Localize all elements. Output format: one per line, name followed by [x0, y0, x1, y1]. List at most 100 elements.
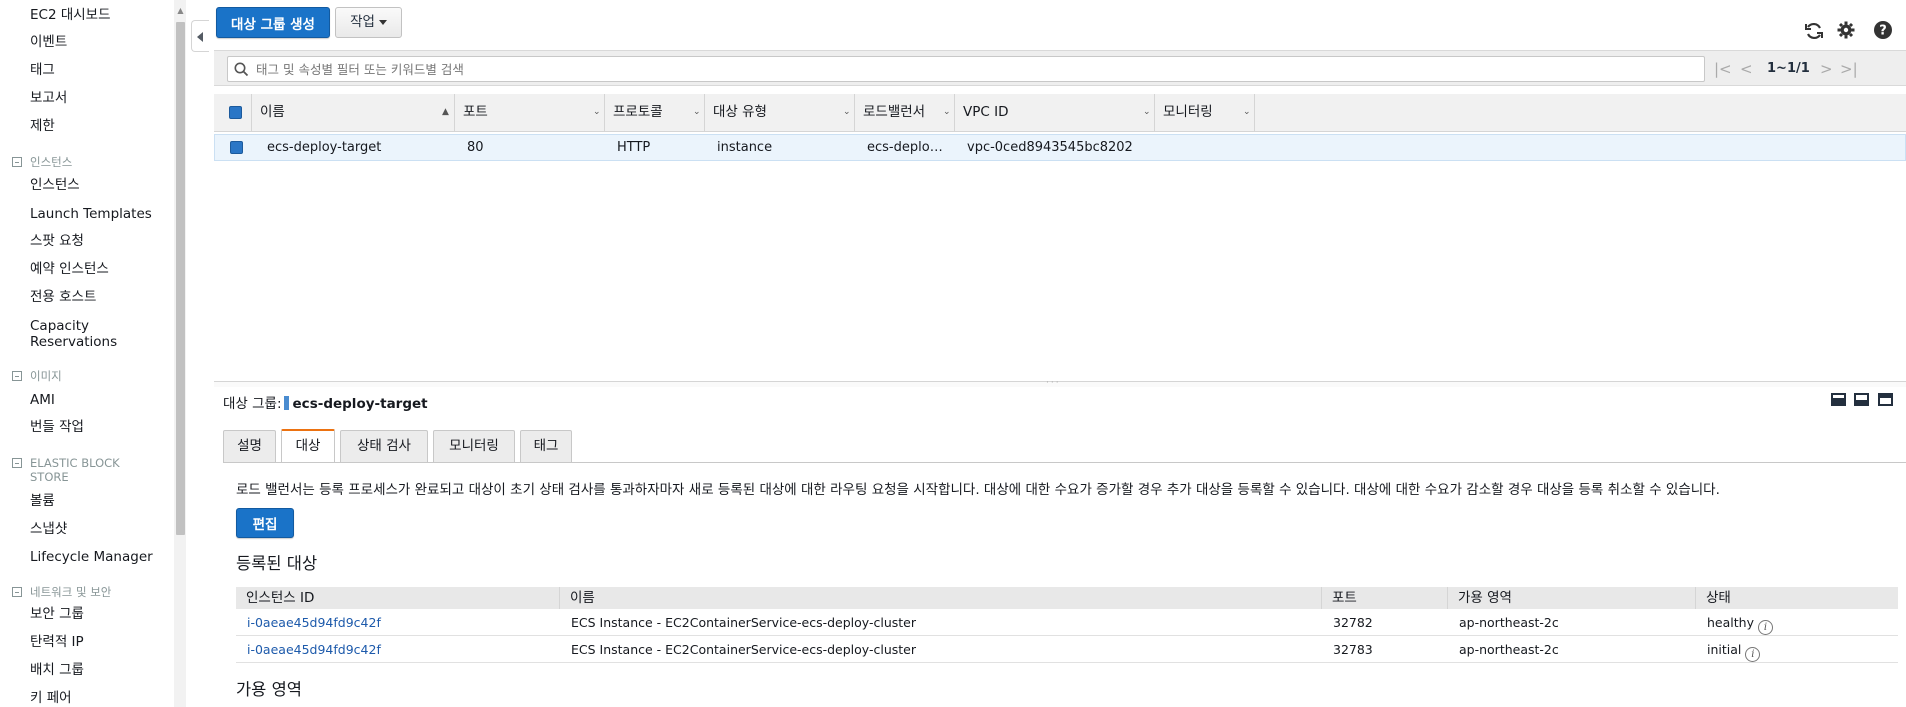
chevron-down-icon[interactable]: ⌄: [1243, 94, 1251, 130]
nav-section-ebs[interactable]: ELASTIC BLOCK STORE: [12, 456, 140, 484]
nav-reserved-instances[interactable]: 예약 인스턴스: [30, 261, 109, 277]
collapse-minus-icon[interactable]: [12, 587, 22, 597]
nav-instances[interactable]: 인스턴스: [30, 177, 80, 193]
create-target-group-button[interactable]: 대상 그룹 생성: [216, 7, 330, 38]
collapse-sidebar-icon[interactable]: [191, 20, 209, 52]
nav-capacity-reservations[interactable]: Capacity Reservations: [30, 318, 170, 350]
nav-section-instances[interactable]: 인스턴스: [12, 155, 140, 169]
col-header-port[interactable]: 포트 ⌄: [455, 94, 605, 132]
panel-resize-handle[interactable]: ···: [214, 378, 1906, 388]
nav-key-pairs[interactable]: 키 페어: [30, 690, 72, 706]
main-content: 대상 그룹 생성 작업 ? |< < 1~1/1 > >| 이름▲ 포트⌄ 프로…: [214, 0, 1906, 707]
left-navigation: EC2 대시보드 이벤트 태그 보고서 제한 인스턴스 인스턴스 Launch …: [0, 0, 175, 707]
col-header-name: 이름: [560, 587, 1322, 609]
actions-dropdown-button[interactable]: 작업: [335, 7, 402, 38]
instance-id-link[interactable]: i-0aeae45d94fd9c42f: [247, 636, 381, 663]
sort-asc-icon[interactable]: ▲: [442, 94, 449, 130]
cell-status: healthy i: [1707, 609, 1773, 636]
refresh-icon[interactable]: [1803, 20, 1825, 42]
info-icon[interactable]: i: [1757, 620, 1773, 635]
search-box[interactable]: [227, 56, 1705, 82]
nav-dedicated-hosts[interactable]: 전용 호스트: [30, 289, 96, 305]
col-header-monitoring[interactable]: 모니터링 ⌄: [1155, 94, 1255, 132]
cell-load-balancer: ecs-deploy-alb: [867, 140, 949, 155]
chevron-down-icon[interactable]: ⌄: [843, 94, 851, 130]
col-header-target-type[interactable]: 대상 유형 ⌄: [705, 94, 855, 132]
registered-targets-header: 인스턴스 ID 이름 포트 가용 영역 상태: [236, 587, 1898, 609]
chevron-down-icon: [378, 19, 387, 25]
nav-events[interactable]: 이벤트: [30, 34, 67, 50]
nav-bundle-tasks[interactable]: 번들 작업: [30, 419, 84, 435]
chevron-down-icon[interactable]: ⌄: [693, 94, 701, 130]
search-input[interactable]: [254, 59, 1694, 79]
col-header-port: 포트: [1322, 587, 1448, 609]
table-row: i-0aeae45d94fd9c42f ECS Instance - EC2Co…: [236, 636, 1898, 663]
col-header-name[interactable]: 이름 ▲: [252, 94, 455, 132]
targets-description: 로드 밸런서는 등록 프로세스가 완료되고 대상이 초기 상태 검사를 통과하자…: [236, 482, 1720, 498]
nav-security-groups[interactable]: 보안 그룹: [30, 606, 84, 622]
panel-layout-split-icon[interactable]: [1854, 393, 1869, 406]
scroll-up-arrow-icon[interactable]: ▲: [176, 6, 185, 16]
target-group-color-swatch: [283, 396, 289, 410]
col-header-status: 상태: [1706, 590, 1731, 606]
help-icon[interactable]: ?: [1872, 20, 1894, 42]
first-page-icon[interactable]: |<: [1714, 51, 1732, 87]
nav-limits[interactable]: 제한: [30, 118, 55, 134]
chevron-down-icon[interactable]: ⌄: [943, 94, 951, 130]
collapse-minus-icon[interactable]: [12, 371, 22, 381]
svg-text:?: ?: [1879, 24, 1887, 39]
tab-tags[interactable]: 태그: [520, 430, 572, 462]
collapse-minus-icon[interactable]: [12, 157, 22, 167]
info-icon[interactable]: i: [1745, 647, 1761, 662]
col-header-vpc-id[interactable]: VPC ID ⌄: [955, 94, 1155, 132]
registered-targets-heading: 등록된 대상: [236, 554, 318, 573]
cell-port: 32783: [1333, 642, 1373, 657]
tabs-divider: [223, 462, 1906, 463]
cell-name: ECS Instance - EC2ContainerService-ecs-d…: [571, 615, 916, 630]
col-header-instance-id: 인스턴스 ID: [236, 587, 560, 609]
cell-availability-zone: ap-northeast-2c: [1459, 642, 1559, 657]
nav-launch-templates[interactable]: Launch Templates: [30, 206, 152, 222]
nav-volumes[interactable]: 볼륨: [30, 493, 55, 509]
panel-layout-full-icon[interactable]: [1878, 393, 1893, 406]
collapse-minus-icon[interactable]: [12, 458, 22, 468]
next-page-icon[interactable]: >: [1820, 51, 1833, 87]
edit-button[interactable]: 편집: [236, 508, 294, 538]
nav-reports[interactable]: 보고서: [30, 90, 67, 106]
col-header-protocol[interactable]: 프로토콜 ⌄: [605, 94, 705, 132]
detail-panel-title: 대상 그룹: ecs-deploy-target: [223, 396, 428, 412]
table-row[interactable]: ecs-deploy-target 80 HTTP instance ecs-d…: [214, 134, 1906, 161]
gear-icon[interactable]: [1835, 20, 1857, 42]
nav-lifecycle-manager[interactable]: Lifecycle Manager: [30, 549, 153, 565]
cell-port: 80: [467, 140, 484, 155]
cell-port: 32782: [1333, 615, 1373, 630]
cell-vpc-id: vpc-0ced8943545bc8202: [967, 140, 1133, 155]
nav-snapshots[interactable]: 스냅샷: [30, 521, 67, 537]
nav-ami[interactable]: AMI: [30, 392, 55, 408]
nav-placement-groups[interactable]: 배치 그룹: [30, 662, 84, 678]
nav-spot-requests[interactable]: 스팟 요청: [30, 233, 84, 249]
nav-tags[interactable]: 태그: [30, 62, 55, 78]
tab-health-checks[interactable]: 상태 검사: [340, 430, 428, 462]
instance-id-link[interactable]: i-0aeae45d94fd9c42f: [247, 609, 381, 636]
chevron-down-icon[interactable]: ⌄: [593, 94, 601, 130]
tab-monitoring[interactable]: 모니터링: [433, 430, 515, 462]
cell-status: initial i: [1707, 636, 1761, 663]
tab-targets[interactable]: 대상: [281, 429, 335, 463]
row-checkbox[interactable]: [230, 141, 243, 154]
grip-icon: ···: [1046, 378, 1061, 388]
nav-ec2-dashboard[interactable]: EC2 대시보드: [30, 7, 111, 23]
col-header-load-balancer[interactable]: 로드밸런서 ⌄: [855, 94, 955, 132]
nav-elastic-ips[interactable]: 탄력적 IP: [30, 634, 84, 650]
prev-page-icon[interactable]: <: [1740, 51, 1753, 87]
cell-protocol: HTTP: [617, 140, 651, 155]
nav-section-images[interactable]: 이미지: [12, 369, 140, 383]
pagination-range: 1~1/1: [1767, 61, 1810, 76]
nav-section-network-security[interactable]: 네트워크 및 보안: [12, 585, 140, 599]
sidebar-scroll-thumb[interactable]: [176, 22, 185, 535]
actions-label: 작업: [350, 14, 375, 30]
last-page-icon[interactable]: >|: [1840, 51, 1858, 87]
tab-description[interactable]: 설명: [223, 430, 276, 462]
panel-layout-bottom-icon[interactable]: [1831, 393, 1846, 406]
chevron-down-icon[interactable]: ⌄: [1143, 94, 1151, 130]
